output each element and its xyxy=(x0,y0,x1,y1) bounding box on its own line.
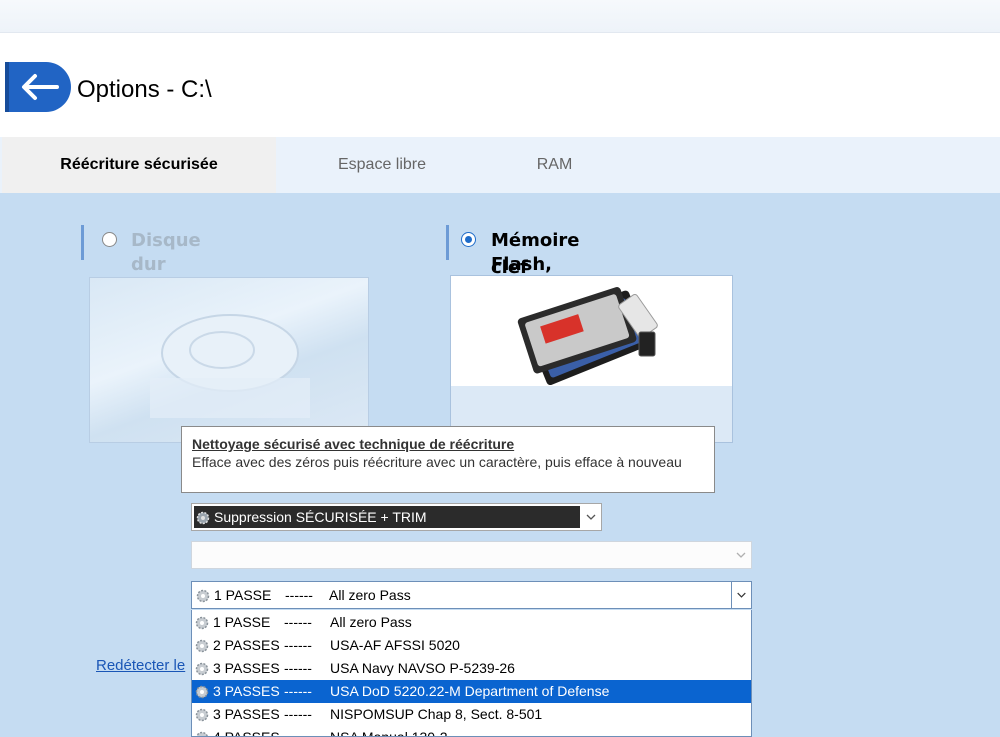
chevron-down-icon[interactable] xyxy=(731,542,751,568)
list-item-sep: ------ xyxy=(284,637,312,653)
list-item-passes: 3 PASSES xyxy=(213,683,280,699)
passes-dropdown-list: 1 PASSE ------ All zero Pass 2 PASSES --… xyxy=(191,610,752,737)
passes-combo-sep: ------ xyxy=(285,587,313,603)
list-item-passes: 3 PASSES xyxy=(213,706,280,722)
window-top-strip xyxy=(0,0,1000,33)
list-item-sep: ------ xyxy=(284,614,312,630)
redetect-link[interactable]: Redétecter le xyxy=(96,657,185,674)
secondary-combo[interactable] xyxy=(191,541,752,569)
tab-bar: Réécriture sécurisée Espace libre RAM xyxy=(0,137,1000,193)
list-item-sep: ------ xyxy=(284,660,312,676)
gear-icon xyxy=(195,662,209,676)
list-item-passes: 2 PASSES xyxy=(213,637,280,653)
list-item-sep: ------ xyxy=(284,706,312,722)
tab-free-space[interactable]: Espace libre xyxy=(282,137,482,193)
option-hdd-bar xyxy=(81,225,84,260)
list-item-selected[interactable]: 3 PASSES ------ USA DoD 5220.22-M Depart… xyxy=(192,680,751,703)
gear-icon xyxy=(195,685,209,699)
radio-flash[interactable] xyxy=(461,232,476,247)
list-item[interactable]: 1 PASSE ------ All zero Pass xyxy=(192,611,751,634)
option-hdd-label: Disque dur xyxy=(131,230,201,275)
method-combo[interactable]: Suppression SÉCURISÉE + TRIM xyxy=(191,503,602,531)
list-item[interactable]: 3 PASSES ------ NISPOMSUP Chap 8, Sect. … xyxy=(192,703,751,726)
radio-hdd[interactable] xyxy=(102,232,117,247)
list-item-passes: 3 PASSES xyxy=(213,660,280,676)
gear-icon xyxy=(196,511,210,525)
list-item-name: USA Navy NAVSO P-5239-26 xyxy=(330,660,515,676)
arrow-left-icon xyxy=(22,74,59,100)
list-item-sep: ------ xyxy=(284,683,312,699)
option-flash-label-2: clef USB, carte mémoire xyxy=(491,257,528,275)
chevron-down-icon[interactable] xyxy=(581,504,601,530)
ssd-icon xyxy=(517,287,658,386)
list-item[interactable]: 4 PASSES ------ NSA Manual 130-2 xyxy=(192,726,751,737)
list-item-sep: ------ xyxy=(284,729,312,737)
list-item-name: NISPOMSUP Chap 8, Sect. 8-501 xyxy=(330,706,543,722)
passes-combo[interactable]: 1 PASSE ------ All zero Pass xyxy=(191,581,752,609)
passes-combo-passes: 1 PASSE xyxy=(214,587,272,603)
list-item-name: USA-AF AFSSI 5020 xyxy=(330,637,460,653)
chevron-down-icon[interactable] xyxy=(731,582,751,608)
list-item-name: All zero Pass xyxy=(330,614,412,630)
option-flash-bar xyxy=(446,225,449,260)
ssd-image xyxy=(450,275,733,443)
list-item-name: NSA Manual 130-2 xyxy=(330,729,448,737)
list-item[interactable]: 2 PASSES ------ USA-AF AFSSI 5020 xyxy=(192,634,751,657)
back-button[interactable] xyxy=(5,62,71,112)
list-item-passes: 4 PASSES xyxy=(213,729,280,737)
hard-drive-icon xyxy=(150,314,310,418)
tooltip: Nettoyage sécurisé avec technique de réé… xyxy=(181,426,715,493)
passes-combo-name: All zero Pass xyxy=(329,587,411,603)
list-item-name: USA DoD 5220.22-M Department of Defense xyxy=(330,683,610,699)
gear-icon xyxy=(196,731,208,736)
header: Options - C:\ xyxy=(0,33,1000,137)
method-combo-value: Suppression SÉCURISÉE + TRIM xyxy=(214,509,427,525)
hdd-image xyxy=(89,277,369,443)
list-item-passes: 1 PASSE xyxy=(213,614,271,630)
tab-secure-overwrite[interactable]: Réécriture sécurisée xyxy=(2,137,276,193)
gear-icon xyxy=(195,616,209,630)
tooltip-title: Nettoyage sécurisé avec technique de réé… xyxy=(192,436,515,452)
tooltip-body: Efface avec des zéros puis réécriture av… xyxy=(192,454,682,470)
tab-ram[interactable]: RAM xyxy=(482,137,627,193)
gear-icon xyxy=(196,589,210,603)
list-item[interactable]: 3 PASSES ------ USA Navy NAVSO P-5239-26 xyxy=(192,657,751,680)
page-title: Options - C:\ xyxy=(77,76,212,103)
gear-icon xyxy=(195,639,209,653)
gear-icon xyxy=(195,708,209,722)
